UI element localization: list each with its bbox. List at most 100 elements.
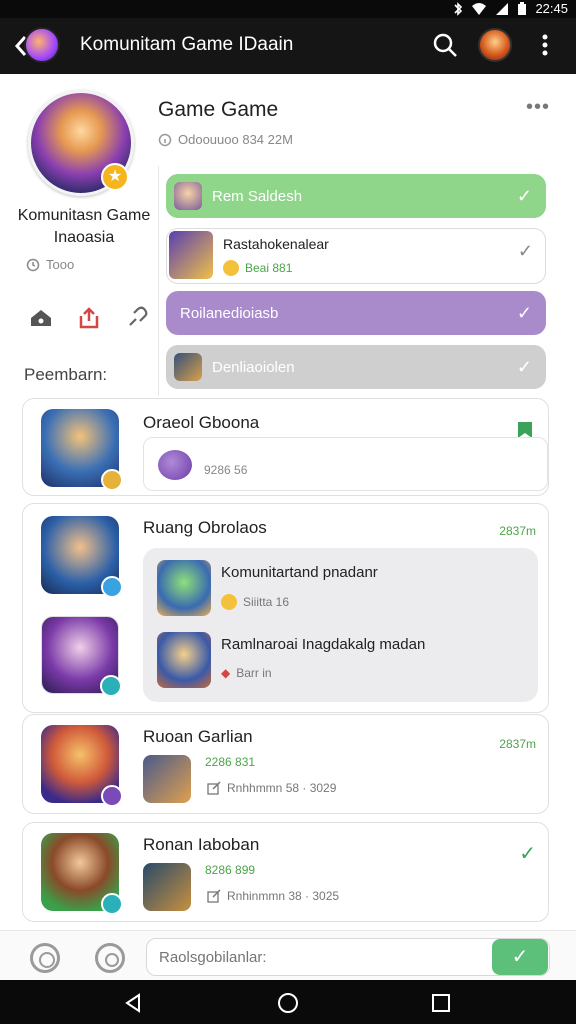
reply-title: Komunitartand pnadanr (221, 564, 378, 581)
channel-item[interactable]: Denliaoiolen ✓ (166, 345, 546, 389)
group-subtitle: Odoouuoo 834 22M (158, 132, 293, 147)
post-thumb (41, 725, 123, 807)
battery-icon (518, 1, 527, 15)
post-time: 2837m (499, 524, 536, 538)
channel-thumb (174, 353, 202, 381)
tag-badge-icon (101, 893, 123, 915)
post-card[interactable]: Oraeol Gboona 9286 56 (22, 398, 549, 496)
nav-home-icon[interactable] (277, 992, 299, 1014)
check-icon: ✓ (519, 843, 536, 865)
group-title: Game Game (158, 98, 279, 121)
community-name: Komunitasn Game Inaoasia (17, 207, 151, 246)
potion-icon (158, 450, 192, 480)
nav-back-icon[interactable] (122, 992, 144, 1014)
reply-sub: ◆ Barr in (221, 666, 272, 680)
group-more-icon[interactable]: ••• (526, 96, 550, 119)
post-title: Ruoan Garlian (143, 727, 253, 746)
wifi-icon (472, 2, 487, 15)
star-badge-icon: ★ (101, 163, 129, 191)
channel-thumb (174, 182, 202, 210)
post-time: 2837m (499, 737, 536, 751)
channel-item[interactable]: Rastahokenalear Beai 881 ✓ (166, 228, 546, 284)
divider (158, 166, 159, 396)
post-title: Oraeol Gboona (143, 413, 260, 432)
status-bar: 22:45 (0, 0, 576, 18)
post-card[interactable]: Ruoan Garlian 2837m 2286 831 Rnhhmmn 58 … (22, 714, 549, 814)
emoji-icon[interactable] (95, 943, 125, 973)
app-bar: Komunitam Game IDaain (0, 18, 576, 74)
heart-icon: ◆ (221, 666, 231, 680)
channel-item[interactable]: Rem Saldesh ✓ (166, 174, 546, 218)
reply-thumb (157, 632, 211, 688)
community-actions (28, 305, 150, 331)
channel-label: Denliaoiolen (212, 358, 295, 376)
user-avatar[interactable] (478, 28, 512, 62)
overflow-menu-icon[interactable] (538, 32, 552, 58)
reply-sub-text: Siiitta 16 (243, 595, 290, 609)
coin-icon (223, 260, 239, 276)
reply-item[interactable]: Ramlnaroai Inagdakalg madan ◆ Barr in (157, 632, 527, 692)
community-meta: Tooo (26, 257, 74, 272)
channel-thumb (169, 231, 213, 279)
channel-title: Rastahokenalear (223, 236, 329, 252)
home-icon[interactable] (28, 305, 54, 331)
crown-badge-icon (101, 785, 123, 807)
signal-icon (496, 2, 509, 15)
share-icon[interactable] (76, 305, 102, 331)
check-icon: ✓ (517, 241, 533, 261)
camera-icon[interactable] (30, 943, 60, 973)
search-icon[interactable] (432, 32, 458, 58)
post-sub-thumb (143, 863, 191, 911)
message-composer: ✓ (0, 930, 576, 980)
post-number: 8286 899 (205, 863, 256, 877)
check-icon: ✓ (516, 356, 532, 377)
post-count: 9286 56 (204, 463, 248, 477)
post-meta: Rnhhmmn 58 · 3029 (207, 781, 336, 795)
post-meta: Rnhinmmn 38 · 3025 (207, 889, 339, 903)
channel-label: Roilanedioiasb (180, 304, 279, 322)
send-button[interactable]: ✓ (492, 939, 548, 975)
post-meta-text: Rnhinmmn 38 · 3025 (227, 889, 340, 903)
check-icon: ✓ (516, 185, 532, 206)
coin-icon (221, 594, 237, 610)
status-time: 22:45 (535, 1, 568, 16)
post-card[interactable]: Ruang Obrolaos 2837m Komunitartand pnada… (22, 503, 549, 713)
group-subtitle-text: Odoouuoo 834 22M (178, 132, 293, 147)
post-thumb (41, 616, 122, 697)
reply-sub-text: Barr in (236, 666, 272, 680)
community-avatar[interactable]: ★ (28, 90, 134, 196)
clock-icon (26, 258, 40, 271)
channel-sub-text: Beai 881 (245, 261, 293, 275)
community-logo (24, 27, 60, 63)
post-title: Ruang Obrolaos (143, 518, 267, 537)
post-meta-text: Rnhhmmn 58 · 3029 (227, 781, 337, 795)
nav-recents-icon[interactable] (430, 992, 452, 1014)
community-meta-text: Tooo (46, 257, 75, 272)
reply-title: Ramlnaroai Inagdakalg madan (221, 636, 426, 653)
post-number: 2286 831 (205, 755, 256, 769)
channel-sub: Beai 881 (223, 260, 292, 276)
post-thumb (41, 833, 123, 915)
info-icon (158, 133, 172, 146)
system-nav-bar (0, 980, 576, 1024)
channel-label: Rem Saldesh (212, 187, 303, 205)
post-thumb (41, 516, 123, 598)
post-card[interactable]: Ronan Iaboban ✓ 8286 899 Rnhinmmn 38 · 3… (22, 822, 549, 922)
edit-icon (207, 889, 221, 903)
message-input[interactable] (146, 938, 550, 976)
reply-thumb (157, 560, 211, 616)
link-icon[interactable] (124, 305, 150, 331)
coin-badge-icon (101, 469, 123, 491)
reply-item[interactable]: Komunitartand pnadanr Siiitta 16 (157, 560, 527, 620)
chat-badge-icon (101, 576, 123, 598)
reply-bubble: Komunitartand pnadanr Siiitta 16 Ramlnar… (143, 548, 538, 702)
section-label: Peembarn: (24, 365, 108, 384)
app-title: Komunitam Game IDaain (80, 34, 294, 55)
check-icon: ✓ (516, 302, 532, 323)
bluetooth-icon (454, 1, 463, 16)
post-content: 9286 56 (143, 437, 548, 491)
post-sub-thumb (143, 755, 191, 803)
channel-item[interactable]: Roilanedioiasb ✓ (166, 291, 546, 335)
post-title: Ronan Iaboban (143, 835, 260, 854)
tag-badge-icon (100, 675, 122, 697)
